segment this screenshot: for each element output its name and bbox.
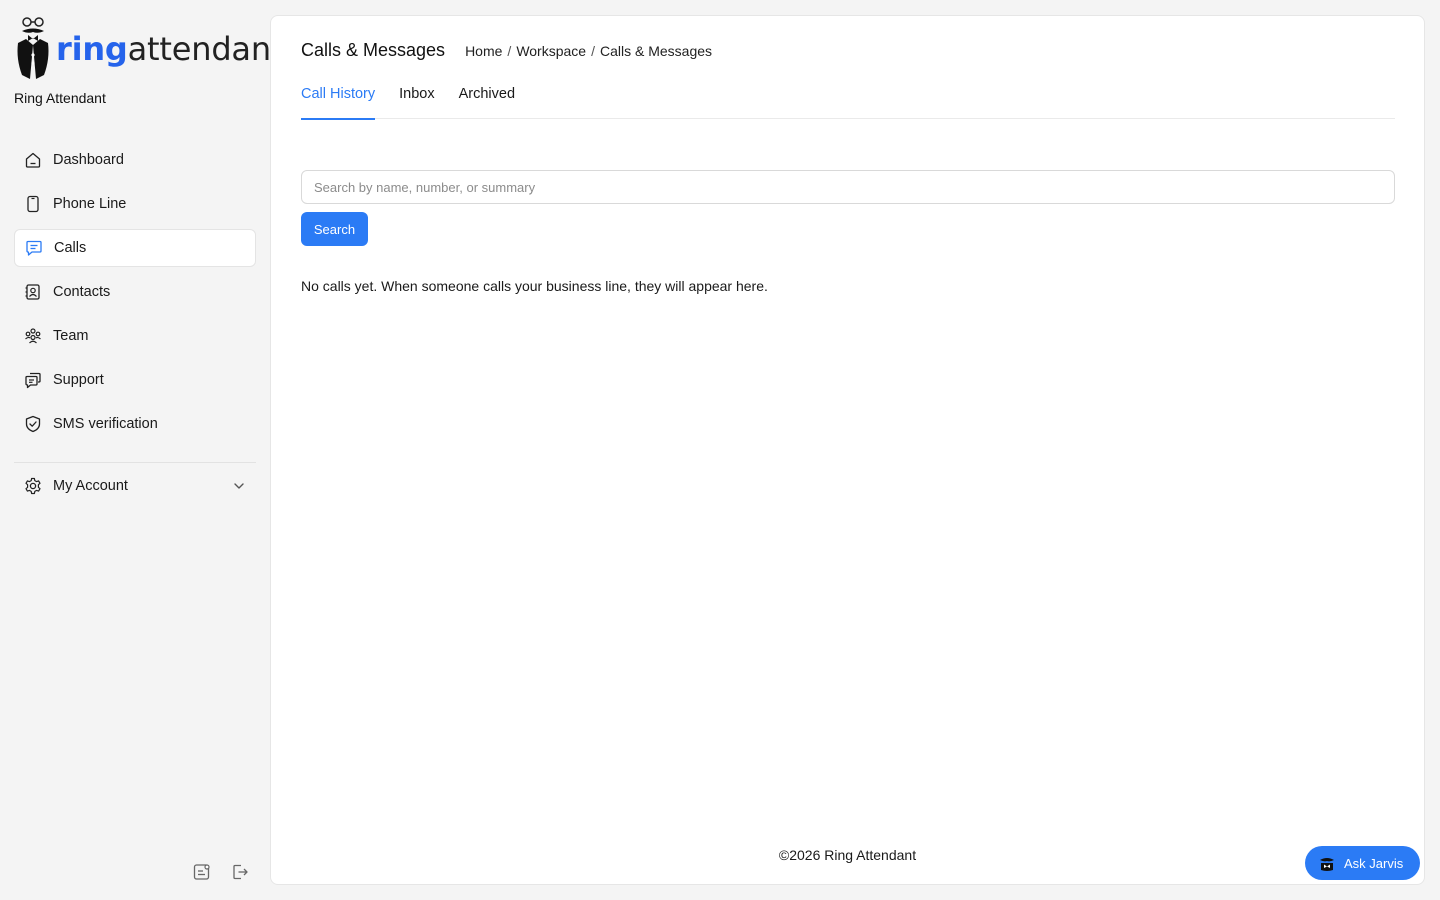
feedback-icon[interactable] — [192, 862, 212, 882]
sidebar-item-label: Support — [53, 372, 104, 388]
butler-logo-icon — [17, 17, 49, 79]
chat-icon — [24, 371, 42, 389]
sidebar-item-support[interactable]: Support — [14, 361, 256, 399]
brand-name: Ring Attendant — [14, 90, 106, 106]
team-icon — [24, 327, 42, 345]
footer-copyright: ©2026 Ring Attendant — [778, 847, 917, 863]
sidebar-footer-actions — [192, 862, 250, 882]
tab-call-history[interactable]: Call History — [301, 86, 376, 120]
breadcrumb-current: Calls & Messages — [599, 43, 713, 59]
sidebar-item-label: SMS verification — [53, 416, 158, 432]
sidebar-divider — [14, 462, 256, 463]
ring-attendant-logo[interactable]: ringattendant — [12, 14, 283, 80]
butler-icon — [1317, 853, 1337, 873]
search-input[interactable] — [301, 170, 1395, 204]
sidebar-nav: Dashboard Phone Line Calls Contacts Team — [14, 141, 256, 449]
sidebar-item-label: Team — [53, 328, 89, 344]
logout-icon[interactable] — [230, 862, 250, 882]
ask-jarvis-label: Ask Jarvis — [1344, 855, 1404, 871]
breadcrumb-separator: / — [507, 43, 512, 59]
my-account-menu[interactable]: My Account — [14, 467, 256, 505]
breadcrumb-separator: / — [591, 43, 595, 59]
empty-state-message: No calls yet. When someone calls your bu… — [301, 278, 768, 294]
sidebar-item-phone-line[interactable]: Phone Line — [14, 185, 256, 223]
sidebar-item-label: Contacts — [53, 284, 111, 300]
phone-icon — [24, 195, 42, 213]
home-icon — [24, 151, 42, 169]
breadcrumb-workspace[interactable]: Workspace — [516, 43, 586, 59]
sidebar-item-team[interactable]: Team — [14, 317, 256, 355]
sidebar-item-sms-verification[interactable]: SMS verification — [14, 405, 256, 443]
shield-check-icon — [24, 415, 42, 433]
tab-bar: Call History Inbox Archived — [301, 86, 1395, 120]
page-header: Calls & Messages Home / Workspace / Calls & … — [301, 40, 712, 61]
gear-icon — [24, 477, 42, 495]
tab-archived[interactable]: Archived — [459, 86, 515, 119]
chevron-down-icon — [232, 479, 246, 497]
sidebar-item-contacts[interactable]: Contacts — [14, 273, 256, 311]
logo-wordmark: ringattendant — [56, 30, 284, 68]
contacts-icon — [24, 283, 42, 301]
sidebar-item-calls[interactable]: Calls — [14, 229, 256, 267]
tab-inbox[interactable]: Inbox — [399, 86, 434, 119]
ask-jarvis-button[interactable]: Ask Jarvis — [1305, 846, 1420, 880]
message-icon — [25, 239, 43, 257]
my-account-label: My Account — [53, 478, 128, 494]
search-button[interactable]: Search — [301, 212, 368, 246]
sidebar: ringattendant Ring Attendant Dashboard P… — [0, 0, 283, 900]
breadcrumb-home[interactable]: Home — [465, 43, 502, 59]
sidebar-item-label: Phone Line — [53, 196, 127, 212]
sidebar-item-label: Calls — [54, 240, 87, 256]
sidebar-item-dashboard[interactable]: Dashboard — [14, 141, 256, 179]
sidebar-item-label: Dashboard — [53, 152, 124, 168]
main-panel: Calls & Messages Home / Workspace / Calls & … — [270, 15, 1425, 885]
page-title: Calls & Messages — [301, 40, 446, 60]
breadcrumb: Home / Workspace / Calls & Messages — [465, 43, 712, 59]
